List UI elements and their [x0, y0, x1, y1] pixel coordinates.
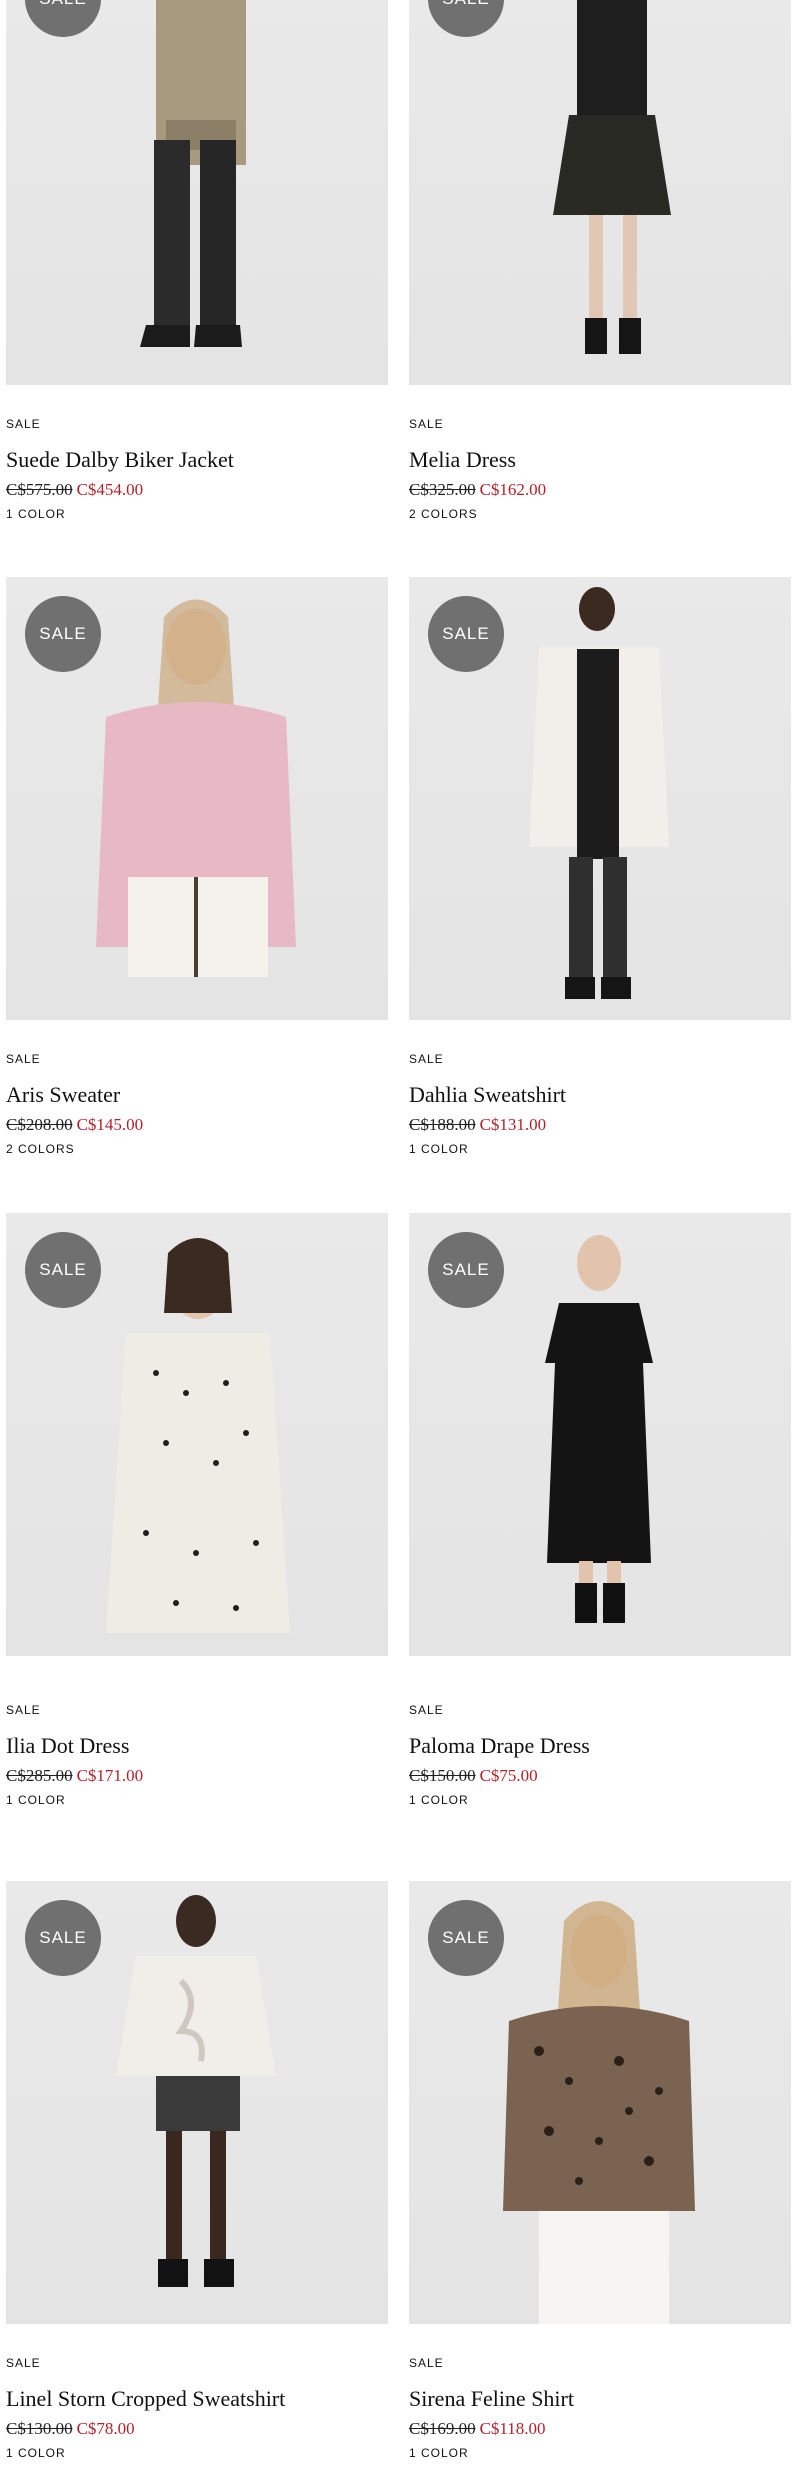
- product-image[interactable]: SALE: [6, 577, 388, 1020]
- sale-badge: SALE: [428, 1900, 504, 1976]
- color-count[interactable]: 1 COLOR: [6, 507, 66, 521]
- product-image[interactable]: SALE: [409, 0, 791, 385]
- sale-tag: SALE: [409, 2356, 444, 2370]
- product-name[interactable]: Linel Storn Cropped Sweatshirt: [6, 2386, 285, 2412]
- sale-tag: SALE: [409, 417, 444, 431]
- sale-badge: SALE: [25, 1900, 101, 1976]
- product-name[interactable]: Suede Dalby Biker Jacket: [6, 447, 234, 473]
- sale-price: C$78.00: [76, 2419, 135, 2438]
- product-card[interactable]: SALE SALE Melia Dress C$325.00C$162.00 2…: [409, 0, 791, 521]
- product-image[interactable]: SALE: [6, 0, 388, 385]
- sale-badge: SALE: [25, 596, 101, 672]
- sale-price: C$162.00: [479, 480, 547, 499]
- sale-tag: SALE: [6, 2356, 41, 2370]
- original-price: C$130.00: [6, 2419, 73, 2438]
- product-name[interactable]: Paloma Drape Dress: [409, 1733, 590, 1759]
- sale-badge: SALE: [25, 1232, 101, 1308]
- original-price: C$325.00: [409, 480, 476, 499]
- original-price: C$575.00: [6, 480, 73, 499]
- sale-tag: SALE: [6, 417, 41, 431]
- color-count[interactable]: 1 COLOR: [6, 1793, 66, 1807]
- model-photo-jacket: [140, 0, 246, 347]
- sale-tag: SALE: [6, 1052, 41, 1066]
- original-price: C$285.00: [6, 1766, 73, 1785]
- price-row: C$575.00 C$454.00: [6, 480, 143, 500]
- product-image[interactable]: SALE: [409, 1881, 791, 2324]
- price-row: C$208.00 C$145.00: [6, 1115, 143, 1135]
- product-name[interactable]: Dahlia Sweatshirt: [409, 1082, 566, 1108]
- product-image[interactable]: SALE: [6, 1213, 388, 1656]
- original-price: C$188.00: [409, 1115, 476, 1134]
- sale-price: C$171.00: [76, 1766, 144, 1785]
- color-count[interactable]: 2 COLORS: [409, 507, 478, 521]
- product-card[interactable]: SALE SALE Sirena Feline Shirt C$169.00 C$…: [409, 1881, 791, 2460]
- product-image[interactable]: SALE: [6, 1881, 388, 2324]
- color-count[interactable]: 2 COLORS: [6, 1142, 75, 1156]
- sale-badge: SALE: [428, 1232, 504, 1308]
- sale-price: C$118.00: [479, 2419, 546, 2438]
- color-count[interactable]: 1 COLOR: [409, 2446, 469, 2460]
- sale-price: C$75.00: [479, 1766, 538, 1785]
- sale-tag: SALE: [409, 1703, 444, 1717]
- product-image[interactable]: SALE: [409, 577, 791, 1020]
- product-card[interactable]: SALE SALE Paloma Drape Dress C$150.00 C$7…: [409, 1213, 791, 1807]
- price-row: C$188.00 C$131.00: [409, 1115, 546, 1135]
- product-card[interactable]: SALE SALE Ilia Dot Dress C$285.00 C$171.0…: [6, 1213, 388, 1807]
- product-name[interactable]: Melia Dress: [409, 447, 516, 473]
- price-row: C$285.00 C$171.00: [6, 1766, 143, 1786]
- product-name[interactable]: Aris Sweater: [6, 1082, 120, 1108]
- product-card[interactable]: SALE SALE Suede Dalby Biker Jacket C$575…: [6, 0, 388, 521]
- original-price: C$208.00: [6, 1115, 73, 1134]
- model-photo-dress: [553, 0, 671, 354]
- sale-badge: SALE: [428, 596, 504, 672]
- sale-price: C$145.00: [76, 1115, 144, 1134]
- product-card[interactable]: SALE SALE Aris Sweater C$208.00 C$145.00 …: [6, 577, 388, 1156]
- product-name[interactable]: Ilia Dot Dress: [6, 1733, 129, 1759]
- product-image[interactable]: SALE: [409, 1213, 791, 1656]
- color-count[interactable]: 1 COLOR: [6, 2446, 66, 2460]
- original-price: C$169.00: [409, 2419, 476, 2438]
- color-count[interactable]: 1 COLOR: [409, 1793, 469, 1807]
- price-row: C$130.00 C$78.00: [6, 2419, 135, 2439]
- sale-tag: SALE: [409, 1052, 444, 1066]
- color-count[interactable]: 1 COLOR: [409, 1142, 469, 1156]
- product-name[interactable]: Sirena Feline Shirt: [409, 2386, 574, 2412]
- product-card[interactable]: SALE SALE Linel Storn Cropped Sweatshirt…: [6, 1881, 388, 2460]
- sale-tag: SALE: [6, 1703, 41, 1717]
- price-row: C$169.00 C$118.00: [409, 2419, 546, 2439]
- sale-price: C$454.00: [76, 480, 144, 499]
- sale-price: C$131.00: [479, 1115, 547, 1134]
- original-price: C$150.00: [409, 1766, 476, 1785]
- price-row: C$150.00 C$75.00: [409, 1766, 538, 1786]
- product-card[interactable]: SALE SALE Dahlia Sweatshirt C$188.00 C$13…: [409, 577, 791, 1156]
- price-row: C$325.00 C$162.00: [409, 480, 546, 500]
